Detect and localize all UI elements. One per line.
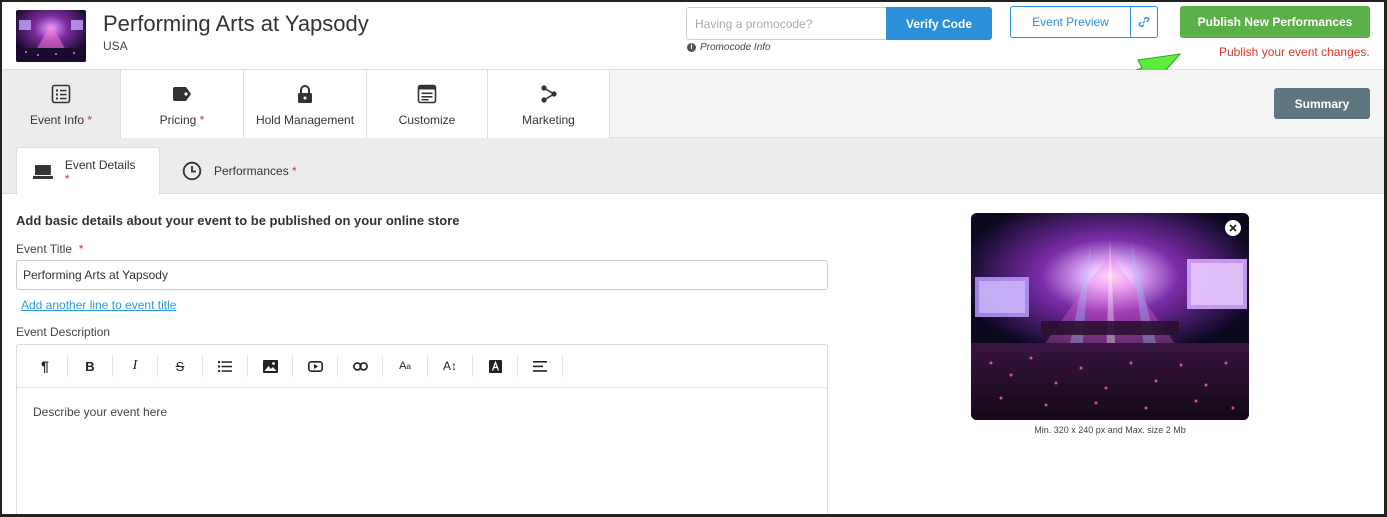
- required-marker: *: [87, 113, 93, 127]
- align-icon[interactable]: [518, 355, 563, 377]
- tab-performances[interactable]: Performances *: [166, 147, 313, 195]
- app-frame: Performing Arts at Yapsody USA Verify Co…: [0, 0, 1387, 517]
- lock-icon: [294, 83, 316, 105]
- bold-icon[interactable]: B: [68, 355, 113, 377]
- required-marker: *: [292, 164, 297, 178]
- tag-icon: [171, 83, 193, 105]
- tab-marketing-label: Marketing: [522, 113, 575, 127]
- clock-icon: [182, 161, 202, 181]
- event-country: USA: [103, 39, 128, 53]
- sub-tabs: Event Details * Performances *: [2, 138, 1384, 195]
- paragraph-icon[interactable]: ¶: [23, 355, 68, 377]
- description-editor: ¶ B I S Aa A↕ Describe your event here: [16, 344, 828, 514]
- event-name: Performing Arts at Yapsody: [103, 11, 369, 36]
- required-marker: *: [78, 242, 84, 256]
- promocode-info-label: Promocode Info: [700, 42, 771, 53]
- copy-link-button[interactable]: [1130, 6, 1158, 38]
- summary-button[interactable]: Summary: [1274, 88, 1370, 119]
- image-icon[interactable]: [248, 355, 293, 377]
- video-icon[interactable]: [293, 355, 338, 377]
- browser-window-icon: [416, 83, 438, 105]
- tab-event-details-label: Event Details: [64, 157, 136, 172]
- description-placeholder[interactable]: Describe your event here: [17, 388, 827, 436]
- link-icon: [1138, 16, 1150, 28]
- remove-image-button[interactable]: [1225, 220, 1241, 236]
- required-marker: *: [64, 171, 70, 186]
- event-title-input[interactable]: [16, 260, 828, 290]
- bulleted-list-icon[interactable]: [203, 355, 248, 377]
- tab-pricing[interactable]: Pricing *: [121, 70, 244, 138]
- promocode-info[interactable]: i Promocode Info: [687, 42, 771, 53]
- list-icon: [50, 83, 72, 105]
- tab-event-details[interactable]: Event Details *: [16, 147, 160, 195]
- tab-hold-management-label: Hold Management: [255, 113, 355, 127]
- strikethrough-icon[interactable]: S: [158, 355, 203, 377]
- tab-marketing[interactable]: Marketing: [488, 70, 610, 138]
- tab-customize-label: Customize: [398, 113, 456, 127]
- required-marker: *: [199, 113, 205, 127]
- add-title-line-link[interactable]: Add another line to event title: [21, 298, 176, 312]
- font-size-icon[interactable]: Aa: [383, 355, 428, 377]
- link-icon[interactable]: [338, 355, 383, 377]
- event-description-label: Event Description: [16, 325, 111, 339]
- italic-icon[interactable]: I: [113, 355, 158, 377]
- tab-event-info[interactable]: Event Info *: [2, 70, 121, 138]
- info-icon: i: [687, 43, 696, 52]
- tab-customize[interactable]: Customize: [367, 70, 488, 138]
- publish-button[interactable]: Publish New Performances: [1180, 6, 1370, 38]
- line-height-icon[interactable]: A↕: [428, 355, 473, 377]
- event-thumbnail: [16, 10, 86, 62]
- event-image: [971, 213, 1249, 420]
- event-preview-button[interactable]: Event Preview: [1010, 6, 1131, 38]
- image-size-hint: Min. 320 x 240 px and Max. size 2 Mb: [1034, 425, 1186, 435]
- text-color-icon[interactable]: [473, 355, 518, 377]
- publish-note: Publish your event changes.: [1219, 45, 1370, 59]
- laptop-icon: [33, 164, 53, 179]
- tab-performances-label: Performances: [214, 164, 289, 178]
- section-heading: Add basic details about your event to be…: [16, 213, 460, 228]
- tab-event-info-label: Event Info: [29, 113, 85, 127]
- event-title-label-text: Event Title: [16, 242, 73, 256]
- promocode-input[interactable]: [686, 7, 888, 40]
- verify-code-button[interactable]: Verify Code: [886, 7, 992, 40]
- event-title-label: Event Title *: [16, 242, 83, 256]
- tab-pricing-label: Pricing: [159, 113, 197, 127]
- editor-toolbar: ¶ B I S Aa A↕: [17, 345, 827, 388]
- tab-hold-management[interactable]: Hold Management: [244, 70, 367, 138]
- share-icon: [538, 83, 560, 105]
- close-icon: [1229, 224, 1237, 232]
- main-tabs: Event Info * Pricing * Hold Management C…: [2, 70, 1384, 138]
